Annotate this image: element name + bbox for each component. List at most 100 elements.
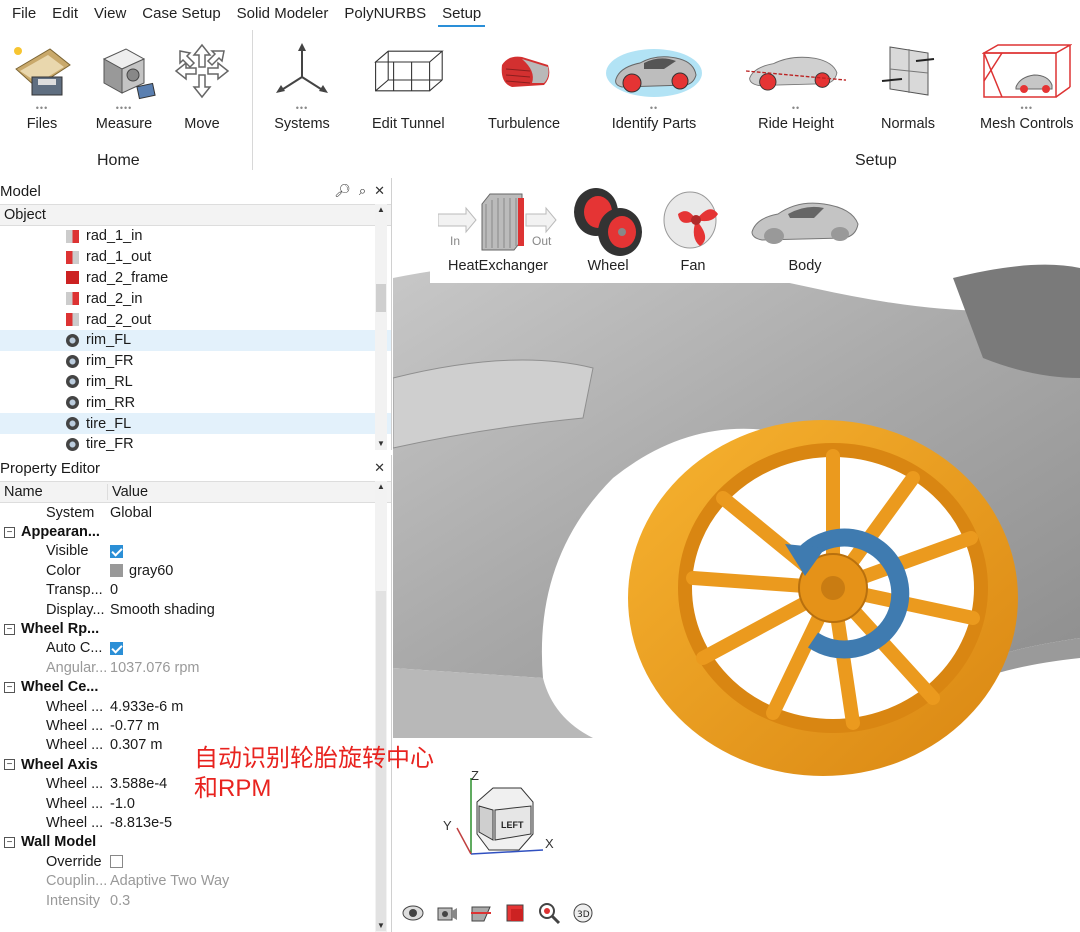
normals-icon (872, 38, 944, 104)
property-row-override: Override (0, 852, 391, 871)
tree-item-tire-fr[interactable]: tire_FR (0, 434, 391, 455)
tree-item-rad-1-in[interactable]: rad_1_in (0, 226, 391, 247)
tree-item-rad-1-out[interactable]: rad_1_out (0, 247, 391, 268)
mesh-controls-tool[interactable]: ••• Mesh Controls (980, 38, 1073, 132)
ride-height-tool[interactable]: •• Ride Height (746, 38, 846, 132)
measure-tool[interactable]: •••• Measure (88, 38, 160, 132)
identify-parts-label: Identify Parts (611, 116, 697, 132)
collapse-icon[interactable]: − (4, 759, 15, 771)
color-box-icon[interactable] (502, 900, 528, 926)
property-row-wheel-center-x[interactable]: Wheel ... 4.933e-6 m (0, 697, 391, 716)
fan-tool[interactable]: Fan (660, 184, 726, 274)
turbulence-icon (488, 38, 560, 104)
color-swatch (110, 564, 123, 578)
search-icon[interactable]: ⌕ (359, 183, 366, 199)
camera-icon[interactable] (434, 900, 460, 926)
scroll-down-icon[interactable]: ▼ (375, 920, 387, 932)
move-tool[interactable]: Move (166, 38, 238, 132)
menu-case-setup[interactable]: Case Setup (134, 0, 228, 28)
3d-viewport[interactable]: LEFT Z Y X (393, 178, 1080, 932)
files-more-dots: ••• (35, 103, 49, 113)
eye-icon[interactable] (400, 900, 426, 926)
turbulence-tool[interactable]: Turbulence (488, 38, 560, 132)
scroll-down-icon[interactable]: ▼ (375, 438, 387, 450)
heat-exchanger-tool[interactable]: In Out HeatExchanger (438, 184, 558, 274)
orientation-cube[interactable]: LEFT Z Y X (443, 768, 563, 868)
group-appearance[interactable]: − Appearan... (0, 522, 391, 541)
tree-item-rim-fr[interactable]: rim_FR (0, 351, 391, 372)
auto-compute-checkbox[interactable] (110, 641, 123, 655)
rim-part-icon (66, 375, 79, 389)
files-tool[interactable]: ••• Files (6, 38, 78, 132)
property-row-wheel-center-y[interactable]: Wheel ... -0.77 m (0, 716, 391, 735)
collapse-icon[interactable]: − (4, 681, 15, 693)
property-row-color[interactable]: Color gray60 (0, 561, 391, 580)
out-part-icon (66, 250, 79, 264)
override-checkbox[interactable] (110, 855, 123, 869)
zoom-icon[interactable] (536, 900, 562, 926)
rim-part-icon (66, 417, 79, 431)
normals-tool[interactable]: Normals (872, 38, 944, 132)
ribbon-separator (252, 30, 253, 170)
section-cut-icon[interactable] (468, 900, 494, 926)
group-wheel-rpm[interactable]: − Wheel Rp... (0, 619, 391, 638)
menu-setup[interactable]: Setup (434, 0, 489, 28)
svg-text:3D: 3D (577, 910, 590, 920)
property-row-system[interactable]: System Global (0, 503, 391, 522)
body-label: Body (788, 258, 822, 274)
group-setup-label: Setup (855, 152, 897, 169)
rim-part-icon (66, 437, 79, 451)
scroll-up-icon[interactable]: ▲ (375, 481, 387, 493)
model-scrollbar[interactable]: ▲ ▼ (375, 204, 387, 450)
property-row-display[interactable]: Display... Smooth shading (0, 600, 391, 619)
property-row-wheel-axis-z[interactable]: Wheel ... -8.813e-5 (0, 813, 391, 832)
menu-edit[interactable]: Edit (44, 0, 86, 28)
collapse-icon[interactable]: − (4, 836, 15, 848)
property-scrollbar[interactable]: ▲ ▼ (375, 481, 387, 932)
property-editor-title: Property Editor (0, 459, 101, 477)
out-part-icon (66, 313, 79, 327)
tree-item-rim-fl[interactable]: rim_FL (0, 329, 391, 351)
scroll-up-icon[interactable]: ▲ (375, 204, 387, 216)
identify-parts-toolbar: In Out HeatExchanger Wheel Fan Body (430, 178, 868, 283)
group-wheel-center[interactable]: − Wheel Ce... (0, 678, 391, 697)
body-icon (748, 184, 862, 258)
name-column-header[interactable]: Name (0, 484, 108, 500)
tree-item-rad-2-frame[interactable]: rad_2_frame (0, 268, 391, 289)
menu-file[interactable]: File (4, 0, 44, 28)
tree-item-tire-fl[interactable]: tire_FL (0, 413, 391, 434)
tree-item-rad-2-in[interactable]: rad_2_in (0, 288, 391, 309)
systems-tool[interactable]: ••• Systems (266, 38, 338, 132)
binoculars-icon[interactable]: 🔎︎ (334, 183, 351, 199)
property-editor-header: Property Editor ✕ (0, 455, 391, 481)
3d-view-icon[interactable]: 3D (570, 900, 596, 926)
heat-exchanger-label: HeatExchanger (448, 258, 548, 274)
wheel-tool[interactable]: Wheel (570, 184, 646, 274)
visible-checkbox[interactable] (110, 544, 123, 558)
move-label: Move (184, 116, 220, 132)
collapse-icon[interactable]: − (4, 526, 15, 538)
systems-icon (266, 38, 338, 104)
measure-label: Measure (95, 116, 153, 132)
edit-tunnel-tool[interactable]: Edit Tunnel (372, 38, 445, 132)
model-scroll-thumb[interactable] (376, 284, 386, 312)
tree-item-label: rim_FR (86, 353, 134, 370)
tree-item-rad-2-out[interactable]: rad_2_out (0, 309, 391, 330)
menu-solid-modeler[interactable]: Solid Modeler (229, 0, 337, 28)
property-row-transparency[interactable]: Transp... 0 (0, 581, 391, 600)
menu-view[interactable]: View (86, 0, 134, 28)
tree-item-rim-rr[interactable]: rim_RR (0, 392, 391, 413)
close-icon[interactable]: ✕ (374, 183, 385, 199)
mesh-controls-icon (981, 38, 1072, 104)
model-browser: Model 🔎︎ ⌕ ✕ Object rad_1_in rad_1_out rad… (0, 178, 392, 452)
close-icon[interactable]: ✕ (374, 460, 385, 476)
x-axis-label: X (545, 836, 554, 851)
tree-item-rim-rl[interactable]: rim_RL (0, 372, 391, 393)
body-tool[interactable]: Body (748, 184, 862, 274)
menu-polynurbs[interactable]: PolyNURBS (336, 0, 434, 28)
collapse-icon[interactable]: − (4, 623, 15, 635)
group-wall-model[interactable]: − Wall Model (0, 833, 391, 852)
identify-parts-tool[interactable]: •• Identify Parts (604, 38, 704, 132)
value-column-header[interactable]: Value (108, 484, 148, 500)
object-column-header[interactable]: Object (0, 204, 391, 226)
